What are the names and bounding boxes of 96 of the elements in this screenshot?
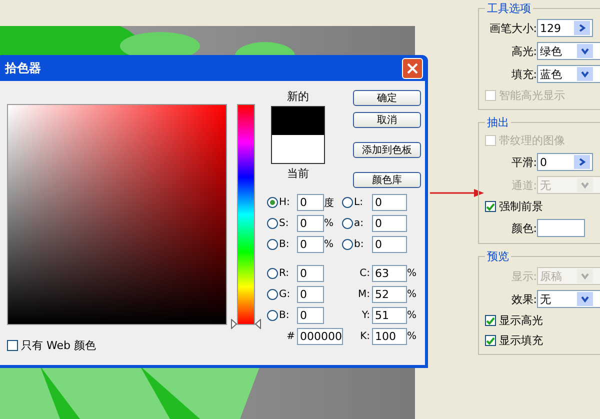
checkbox[interactable] — [485, 201, 496, 212]
checkbox-label: 显示填充 — [499, 333, 543, 348]
color-swatch[interactable] — [537, 219, 585, 237]
number-field[interactable]: 129 — [537, 19, 593, 37]
arrow-icon — [430, 188, 484, 198]
field-label: b: — [354, 239, 364, 250]
field-label: H: — [279, 197, 290, 208]
hex-input-field[interactable]: 000000 — [297, 328, 343, 345]
check-icon — [486, 336, 495, 344]
hue-slider[interactable] — [231, 104, 261, 330]
field-label: L: — [354, 197, 363, 208]
checkbox-label: 带纹理的图像 — [499, 133, 565, 148]
radio-button[interactable] — [267, 218, 278, 229]
input-field[interactable]: 0 — [297, 265, 324, 282]
unit-label: 度 — [324, 196, 335, 210]
field-label: G: — [279, 289, 290, 300]
input-field[interactable]: 0 — [297, 307, 324, 324]
field-label: B: — [279, 310, 290, 321]
field-label: C: — [358, 268, 371, 279]
dropdown[interactable]: 绿色 — [537, 42, 600, 60]
input-field[interactable]: 52 — [372, 286, 407, 303]
checkbox-label: 显示高光 — [499, 313, 543, 328]
dialog-button[interactable]: 颜色库 — [353, 172, 421, 188]
radio-button[interactable] — [267, 268, 278, 279]
hash-label: # — [286, 331, 296, 342]
unit-label: % — [407, 289, 418, 300]
dialog-button[interactable]: 添加到色板 — [353, 142, 421, 158]
color-field[interactable] — [7, 104, 227, 325]
window-title: 拾色器 — [5, 60, 41, 76]
chevron-down-icon — [581, 295, 589, 303]
field-label: 平滑: — [510, 154, 537, 170]
field-label: B: — [279, 239, 290, 250]
current-label: 当前 — [287, 166, 309, 181]
input-field[interactable]: 51 — [372, 307, 407, 324]
radio-button[interactable] — [342, 218, 353, 229]
radio-button[interactable] — [342, 239, 353, 250]
number-field[interactable]: 0 — [537, 153, 593, 171]
unit-label: % — [407, 310, 418, 321]
checkbox-label: 只有 Web 颜色 — [21, 338, 96, 353]
field-label: R: — [279, 268, 290, 279]
group-title: 抽出 — [485, 115, 511, 130]
dialog-button[interactable]: 取消 — [353, 112, 421, 128]
group-title: 预览 — [485, 249, 511, 264]
field-label: M: — [357, 289, 371, 300]
input-field[interactable]: 0 — [297, 194, 324, 211]
close-icon — [407, 62, 418, 74]
field-label: a: — [354, 218, 364, 229]
checkbox[interactable] — [485, 335, 496, 346]
chevron-down-icon — [581, 70, 589, 78]
checkbox-label: 强制前景 — [499, 199, 543, 214]
field-label: 填充: — [510, 66, 537, 82]
dropdown[interactable]: 蓝色 — [537, 65, 600, 83]
chevron-down-icon — [581, 47, 589, 55]
dropdown[interactable]: 无 — [537, 290, 600, 308]
dialog-button[interactable]: 确定 — [353, 90, 421, 106]
new-color-swatch — [271, 106, 325, 135]
input-field[interactable]: 0 — [372, 194, 407, 211]
field-label: 显示: — [510, 268, 537, 284]
slider-handle[interactable] — [231, 319, 261, 329]
close-button[interactable] — [402, 58, 423, 78]
field-label: S: — [279, 218, 289, 229]
unit-label: % — [324, 218, 335, 229]
current-color-swatch — [271, 135, 325, 164]
checkbox-label: 智能高光显示 — [499, 88, 565, 103]
field-label: 颜色: — [510, 220, 537, 236]
chevron-down-icon — [581, 181, 589, 189]
checkbox[interactable] — [485, 315, 496, 326]
field-label: 效果: — [510, 292, 537, 306]
check-icon — [486, 202, 495, 210]
chevron-right-icon — [578, 158, 586, 166]
radio-button[interactable] — [267, 239, 278, 250]
input-field[interactable]: 0 — [372, 215, 407, 232]
unit-label: % — [407, 268, 418, 279]
checkbox[interactable] — [7, 340, 18, 351]
radio-button[interactable] — [267, 197, 278, 208]
check-icon — [486, 316, 495, 324]
input-field[interactable]: 0 — [297, 215, 324, 232]
chevron-down-icon — [581, 272, 589, 280]
chevron-right-icon — [578, 24, 586, 32]
input-field[interactable]: 0 — [297, 236, 324, 253]
input-field[interactable]: 100 — [372, 328, 407, 345]
input-field[interactable]: 0 — [372, 236, 407, 253]
input-field[interactable]: 0 — [297, 286, 324, 303]
field-label: 高光: — [510, 44, 537, 58]
unit-label: % — [407, 331, 418, 342]
field-label: K: — [359, 331, 371, 342]
unit-label: % — [324, 239, 335, 250]
field-label: 通道: — [510, 178, 537, 192]
radio-button[interactable] — [342, 197, 353, 208]
field-label: Y: — [360, 310, 371, 321]
radio-button[interactable] — [267, 289, 278, 300]
field-label: 画笔大小: — [488, 20, 537, 36]
input-field[interactable]: 63 — [372, 265, 407, 282]
new-label: 新的 — [287, 89, 309, 104]
radio-button[interactable] — [267, 310, 278, 321]
group-title: 工具选项 — [485, 1, 533, 16]
